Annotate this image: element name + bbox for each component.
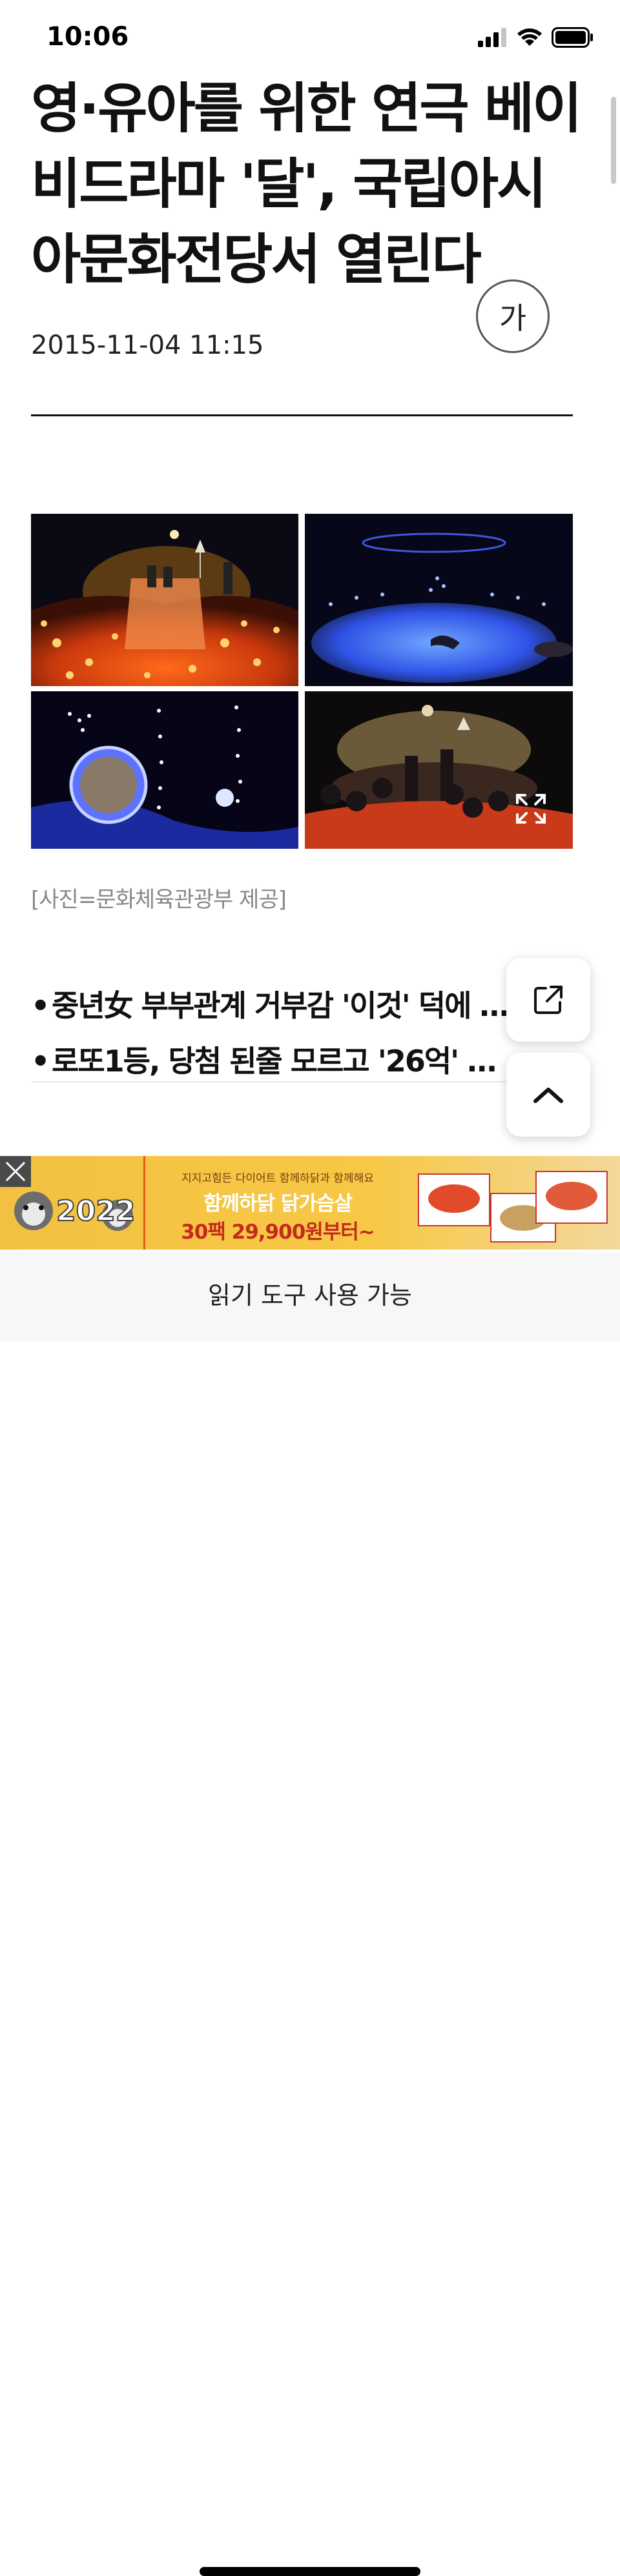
- article-date: 2015-11-04 11:15: [31, 330, 264, 360]
- photo-caption: [사진=문화체육관광부 제공]: [31, 887, 287, 913]
- ad-banner[interactable]: 2022 지지고힘든 다이어트 함께하닭과 함께해요 함께하닭 닭가슴살 30팩…: [0, 1156, 620, 1250]
- close-icon: [5, 1161, 26, 1182]
- article-photo[interactable]: [31, 514, 573, 849]
- reader-mode-bar[interactable]: 읽기 도구 사용 가능: [0, 1252, 620, 2576]
- status-time: 10:06: [46, 22, 129, 52]
- related-article-title: 중년女 부부관계 거부감 '이것' 덕에 …: [52, 988, 509, 1023]
- related-article-title: 로또1등, 당첨 된줄 모르고 '26억' 날…: [52, 1044, 509, 1079]
- photo-orange-stage: [31, 514, 298, 686]
- ad-food-image: [413, 1161, 614, 1248]
- home-indicator[interactable]: [200, 2567, 420, 2576]
- ad-divider: [143, 1156, 145, 1250]
- photo-audience-scene: [305, 691, 573, 849]
- status-icons: [478, 27, 594, 48]
- related-article-link[interactable]: •중년女 부부관계 거부감 '이것' 덕에 …: [31, 978, 509, 1033]
- scroll-to-top-button[interactable]: [506, 1053, 590, 1137]
- bullet: •: [31, 988, 50, 1023]
- battery-icon: [552, 27, 593, 48]
- related-divider: [31, 1081, 573, 1082]
- related-articles: •중년女 부부관계 거부감 '이것' 덕에 … •로또1등, 당첨 된줄 모르고…: [31, 978, 573, 1089]
- expand-icon[interactable]: [515, 793, 547, 825]
- signal-icon: [478, 28, 506, 47]
- status-bar: 10:06: [0, 0, 620, 71]
- ad-badge: 2022: [56, 1195, 135, 1228]
- share-button[interactable]: [506, 958, 590, 1042]
- ad-product: 함께하닭 닭가슴살: [203, 1192, 353, 1215]
- photo-moon-scene: [31, 691, 298, 849]
- wifi-icon: [517, 28, 542, 46]
- ad-tagline: 지지고힘든 다이어트 함께하닭과 함께해요: [181, 1172, 374, 1185]
- ad-price: 30팩 29,900원부터~: [181, 1221, 375, 1244]
- reader-mode-label: 읽기 도구 사용 가능: [208, 1281, 412, 1310]
- ad-close-button[interactable]: [0, 1156, 31, 1187]
- photo-blue-stage: [305, 514, 573, 686]
- article-headline: 영·유아를 위한 연극 베이비드라마 '달', 국립아시아문화전당서 열린다: [31, 77, 582, 291]
- chevron-up-icon: [533, 1088, 563, 1103]
- font-size-button[interactable]: 가: [476, 279, 550, 353]
- headline-divider: [31, 414, 573, 416]
- share-icon: [534, 986, 563, 1014]
- scrollbar-thumb[interactable]: [611, 97, 616, 184]
